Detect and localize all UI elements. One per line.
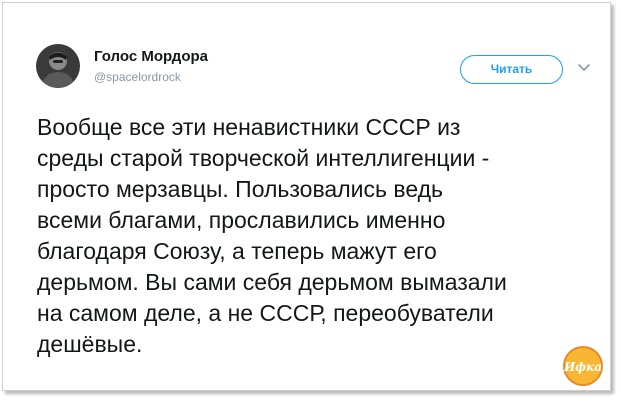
display-name[interactable]: Голос Мордора	[94, 48, 208, 65]
tweet-line: Вообще все эти ненавистники СССР из	[37, 114, 461, 140]
follow-button[interactable]: Читать	[460, 55, 563, 84]
tweet-line: дешёвые.	[37, 331, 143, 357]
tweet-line: всеми благами, прославились именно	[37, 207, 446, 233]
avatar[interactable]	[36, 44, 80, 88]
tweet-card: Голос Мордора @spacelordrock Читать Вооб…	[2, 2, 611, 391]
tweet-line: на самом деле, а не СССР, переобуватели	[37, 300, 494, 326]
tweet-line: благодаря Союзу, а теперь мажут его	[37, 238, 437, 264]
tweet-line: просто мерзавцы. Пользовались ведь	[37, 176, 444, 202]
chevron-down-icon[interactable]	[576, 59, 592, 75]
tweet-text: Вообще все эти ненавистники СССР из сред…	[37, 112, 597, 360]
tweet-line: среды старой творческой интеллигенции -	[37, 145, 490, 171]
watermark-logo: Ифка	[562, 345, 604, 387]
svg-text:Ифка: Ифка	[563, 360, 602, 374]
user-handle[interactable]: @spacelordrock	[94, 70, 181, 84]
avatar-photo-icon	[36, 44, 80, 88]
tweet-line: дерьмом. Вы сами себя дерьмом вымазали	[37, 269, 507, 295]
